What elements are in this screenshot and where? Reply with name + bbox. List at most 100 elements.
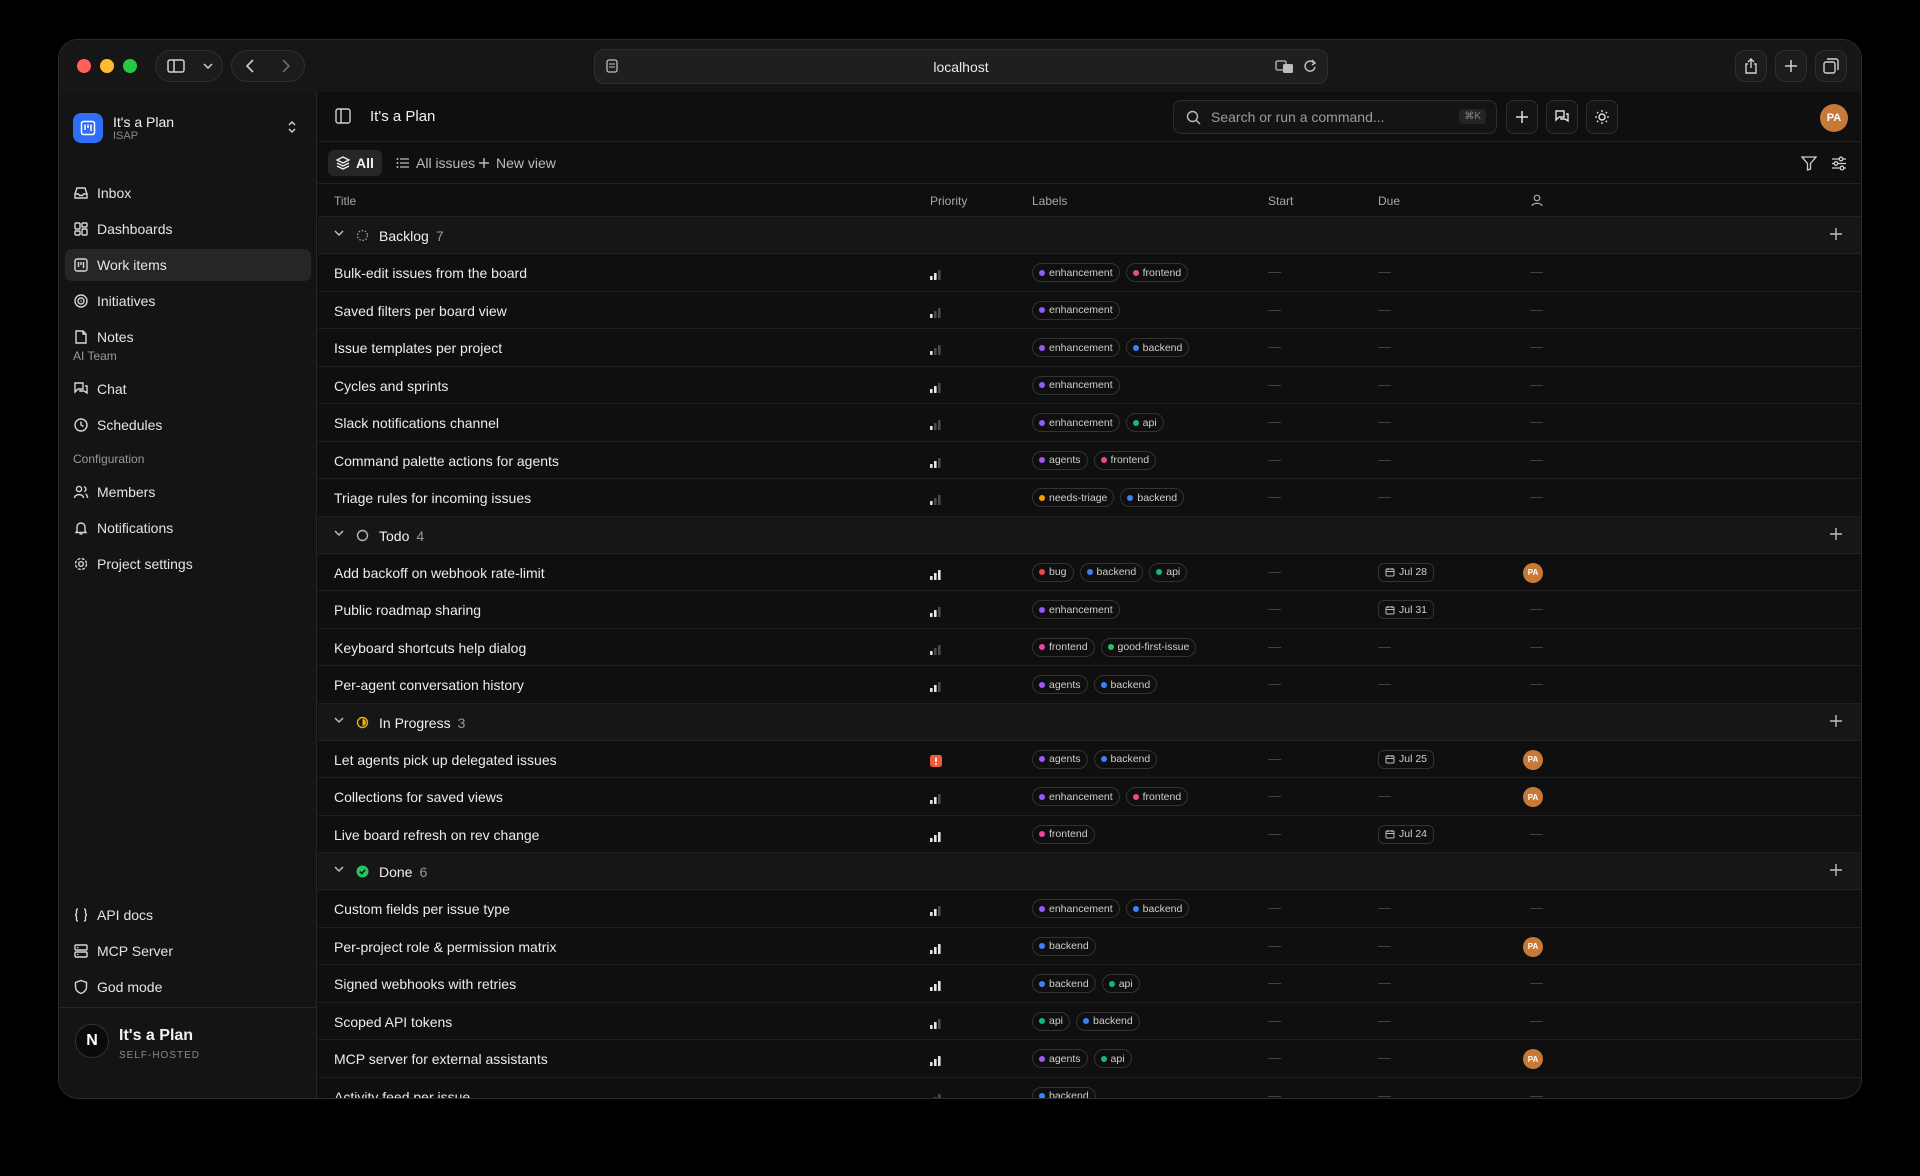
priority-icon[interactable]	[930, 492, 942, 510]
browser-sidebar-menu-button[interactable]	[196, 51, 220, 81]
priority-icon[interactable]	[930, 642, 942, 660]
start-date[interactable]: —	[1268, 264, 1281, 279]
label-chip[interactable]: enhancement	[1032, 263, 1120, 282]
priority-icon[interactable]	[930, 267, 942, 285]
label-chip[interactable]: frontend	[1125, 787, 1189, 806]
issue-title[interactable]: Collections for saved views	[334, 789, 503, 805]
label-chip[interactable]: api	[1093, 1049, 1132, 1068]
assignee-avatar[interactable]: PA	[1523, 936, 1543, 957]
display-settings-icon[interactable]	[1831, 156, 1847, 171]
due-date[interactable]: —	[1378, 900, 1391, 915]
label-chip[interactable]: backend	[1093, 749, 1158, 769]
priority-icon[interactable]	[930, 455, 942, 473]
assignee-empty[interactable]: —	[1530, 975, 1543, 990]
forward-button[interactable]	[268, 51, 304, 81]
table-row[interactable]: Slack notifications channel enhancement ap…	[318, 404, 1861, 442]
assignee-empty[interactable]: —	[1530, 601, 1543, 616]
assignee-empty[interactable]: —	[1530, 639, 1543, 654]
table-row[interactable]: Signed webhooks with retries backend api — —…	[318, 965, 1861, 1003]
start-date[interactable]: —	[1268, 788, 1281, 803]
priority-icon[interactable]	[930, 417, 942, 435]
workspace-switcher[interactable]: It's a Plan ISAP	[73, 108, 301, 148]
issue-title[interactable]: Live board refresh on rev change	[334, 827, 539, 843]
priority-icon[interactable]	[930, 1016, 942, 1034]
new-tab-button[interactable]	[1775, 50, 1807, 82]
assignee-empty[interactable]: —	[1530, 1088, 1543, 1099]
table-row[interactable]: Custom fields per issue type enhancement b…	[318, 890, 1861, 928]
priority-icon[interactable]	[930, 567, 942, 585]
due-date[interactable]: —	[1378, 264, 1391, 279]
label-chip[interactable]: frontend	[1032, 824, 1095, 844]
priority-icon[interactable]	[930, 754, 942, 772]
assignee-empty[interactable]: —	[1530, 489, 1543, 504]
assignee-empty[interactable]: —	[1530, 826, 1543, 841]
label-chip[interactable]: api	[1149, 562, 1188, 582]
table-row[interactable]: Let agents pick up delegated issues agent…	[318, 741, 1861, 778]
assignee-empty[interactable]: —	[1530, 452, 1543, 467]
priority-icon[interactable]	[930, 941, 942, 959]
column-title[interactable]: Title	[334, 194, 356, 208]
issue-title[interactable]: Per-project role & permission matrix	[334, 939, 557, 955]
label-chip[interactable]: agents	[1032, 1049, 1088, 1068]
due-date[interactable]: —	[1378, 1013, 1391, 1028]
priority-icon[interactable]	[930, 829, 942, 847]
table-row[interactable]: Collections for saved views enhancement fr…	[318, 778, 1861, 816]
sidebar-item-work-items[interactable]: Work items	[65, 249, 311, 281]
chevron-down-icon[interactable]	[334, 529, 344, 537]
group-header-done[interactable]: Done 6	[318, 853, 1861, 890]
start-date[interactable]: —	[1268, 1050, 1281, 1065]
label-chip[interactable]: backend	[1125, 899, 1190, 918]
maximize-window-button[interactable]	[123, 59, 137, 73]
label-chip[interactable]: backend	[1032, 1086, 1096, 1098]
table-row[interactable]: Public roadmap sharing enhancement — Jul 31…	[318, 591, 1861, 629]
sidebar-item-notifications[interactable]: Notifications	[65, 512, 311, 544]
due-date[interactable]: —	[1378, 377, 1391, 392]
back-button[interactable]	[232, 51, 268, 81]
due-date[interactable]: —	[1378, 302, 1391, 317]
assignee-empty[interactable]: —	[1530, 264, 1543, 279]
start-date[interactable]: —	[1268, 339, 1281, 354]
table-row[interactable]: Per-project role & permission matrix back…	[318, 928, 1861, 965]
label-chip[interactable]: backend	[1125, 338, 1190, 357]
assignee-empty[interactable]: —	[1530, 302, 1543, 317]
issue-title[interactable]: Scoped API tokens	[334, 1014, 452, 1030]
theme-toggle-button[interactable]	[1586, 100, 1618, 134]
group-header-progress[interactable]: In Progress 3	[318, 703, 1861, 741]
label-chip[interactable]: enhancement	[1032, 413, 1120, 432]
due-date[interactable]: —	[1378, 975, 1391, 990]
column-due[interactable]: Due	[1378, 194, 1400, 208]
priority-icon[interactable]	[930, 903, 942, 921]
table-row[interactable]: Keyboard shortcuts help dialog frontend go…	[318, 629, 1861, 666]
chevron-down-icon[interactable]	[334, 230, 344, 237]
sidebar-toggle-icon[interactable]	[334, 107, 352, 125]
issue-title[interactable]: Activity feed per issue	[334, 1089, 470, 1099]
issue-title[interactable]: Per-agent conversation history	[334, 677, 524, 693]
group-header-todo[interactable]: Todo 4	[318, 516, 1861, 554]
due-date-chip[interactable]: Jul 31	[1378, 600, 1435, 619]
assignee-avatar[interactable]: PA	[1523, 749, 1543, 770]
due-date[interactable]: —	[1378, 639, 1391, 654]
share-button[interactable]	[1735, 50, 1767, 82]
priority-icon[interactable]	[930, 604, 942, 622]
start-date[interactable]: —	[1268, 751, 1281, 766]
start-date[interactable]: —	[1268, 377, 1281, 392]
start-date[interactable]: —	[1268, 900, 1281, 915]
table-row[interactable]: Triage rules for incoming issues needs-tr…	[318, 479, 1861, 517]
filter-icon[interactable]	[1801, 156, 1817, 171]
table-row[interactable]: Cycles and sprints enhancement — — —	[318, 367, 1861, 404]
address-bar[interactable]: localhost	[594, 49, 1328, 84]
sidebar-item-god-mode[interactable]: God mode	[65, 971, 311, 1003]
issue-title[interactable]: Saved filters per board view	[334, 303, 507, 319]
label-chip[interactable]: backend	[1120, 488, 1185, 507]
sidebar-item-inbox[interactable]: Inbox	[65, 177, 311, 209]
label-chip[interactable]: enhancement	[1032, 899, 1120, 918]
label-chip[interactable]: frontend	[1125, 263, 1189, 282]
label-chip[interactable]: api	[1032, 1011, 1071, 1031]
new-view-button[interactable]: New view	[470, 150, 564, 176]
start-date[interactable]: —	[1268, 302, 1281, 317]
due-date-chip[interactable]: Jul 25	[1378, 749, 1435, 769]
priority-icon[interactable]	[930, 380, 942, 398]
issue-title[interactable]: Public roadmap sharing	[334, 602, 481, 618]
add-issue-icon[interactable]	[1829, 527, 1843, 541]
label-chip[interactable]: agents	[1032, 749, 1088, 769]
